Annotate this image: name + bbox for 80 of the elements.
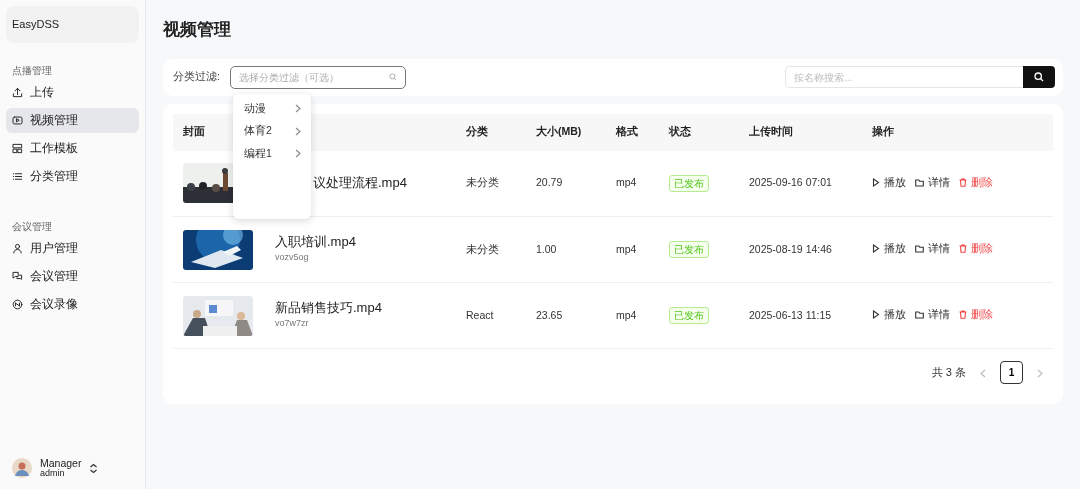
page-button[interactable]: 1: [1000, 361, 1023, 384]
details-button[interactable]: 详情: [915, 307, 950, 324]
page-title: 视频管理: [163, 19, 232, 41]
list-icon: [12, 171, 23, 183]
menu-item[interactable]: 编程1: [244, 146, 272, 162]
column-header: 大小(MB): [536, 125, 582, 138]
total-count: 共 3 条: [931, 365, 966, 381]
play-button[interactable]: 播放: [872, 306, 906, 323]
table-cell: 未分类: [466, 242, 499, 255]
chevron-right-icon: [295, 103, 301, 113]
play-icon: [872, 310, 880, 320]
table-cell: 1.00: [536, 242, 557, 255]
upload-icon: [12, 86, 23, 98]
table-cell: 2025-09-16 07:01: [749, 176, 832, 189]
user-role: admin: [40, 469, 65, 479]
chevron-updown-icon[interactable]: [89, 462, 99, 474]
search-icon: [388, 73, 397, 81]
search-field[interactable]: 按名称搜索...: [785, 66, 1023, 88]
delete-button[interactable]: 删除: [959, 306, 993, 323]
video-title[interactable]: 新品销售技巧.mp4: [275, 300, 382, 316]
table-cell: React: [466, 308, 494, 321]
menu-item[interactable]: 动漫: [244, 100, 266, 117]
video-icon: [12, 114, 23, 126]
table-cell: mp4: [616, 176, 637, 189]
table-cell: 2025-08-19 14:46: [749, 242, 832, 255]
delete-button[interactable]: 删除: [959, 174, 993, 191]
chevron-right-icon: [295, 149, 301, 159]
menu-item[interactable]: 体育2: [244, 123, 272, 139]
user-icon: [12, 242, 23, 254]
details-button[interactable]: 详情: [915, 241, 950, 258]
video-id: vo7w7zr: [275, 317, 310, 331]
status-tag: 已发布: [669, 241, 709, 258]
play-icon: [872, 178, 880, 188]
column-header: 操作: [872, 125, 894, 138]
user-name: Manager: [40, 457, 82, 470]
video-title[interactable]: 议处理流程.mp4: [313, 174, 407, 191]
sidebar-item[interactable]: 分类管理: [6, 164, 139, 190]
folder-icon: [915, 245, 924, 254]
column-header: 分类: [466, 125, 488, 138]
column-header: 状态: [669, 125, 691, 138]
avatar[interactable]: [12, 458, 32, 479]
trash-icon: [959, 310, 967, 320]
table-cell: 2025-06-13 11:15: [749, 308, 832, 321]
table-cell: 未分类: [466, 176, 499, 189]
play-button[interactable]: 播放: [872, 174, 906, 191]
chat-icon: [12, 270, 23, 282]
details-button[interactable]: 详情: [915, 175, 950, 191]
sidebar-item[interactable]: 视频管理: [6, 107, 139, 133]
trash-icon: [959, 244, 967, 254]
column-header: 格式: [616, 125, 638, 138]
record-icon: [12, 299, 23, 311]
table-cell: 23.65: [536, 308, 563, 321]
sidebar-item[interactable]: 上传: [6, 79, 139, 105]
table-cell: 20.79: [536, 176, 563, 189]
chevron-right-icon: [295, 126, 301, 136]
brand-name: EasyDSS: [6, 6, 139, 43]
column-header: 封面: [183, 125, 205, 138]
delete-button[interactable]: 删除: [959, 240, 993, 257]
status-tag: 已发布: [669, 307, 709, 324]
sidebar-item[interactable]: 用户管理: [6, 235, 139, 261]
section-label: 会议管理: [11, 219, 53, 234]
sidebar-item[interactable]: 会议录像: [6, 292, 139, 318]
video-title[interactable]: 入职培训.mp4: [275, 234, 356, 250]
trash-icon: [959, 178, 967, 188]
folder-icon: [915, 179, 924, 188]
play-icon: [872, 244, 880, 254]
section-label: 点播管理: [11, 63, 53, 78]
filter-label: 分类过滤:: [173, 69, 220, 85]
sidebar-item[interactable]: 会议管理: [6, 263, 139, 289]
table-cell: mp4: [616, 242, 637, 255]
template-icon: [12, 143, 23, 155]
video-id: vozv5og: [275, 251, 310, 265]
play-button[interactable]: 播放: [872, 240, 906, 257]
search-icon: [1034, 72, 1044, 82]
table-cell: mp4: [616, 308, 637, 321]
column-header: 上传时间: [749, 125, 793, 138]
sidebar-item[interactable]: 工作模板: [6, 136, 139, 162]
folder-icon: [915, 311, 924, 320]
status-tag: 已发布: [669, 174, 709, 192]
search-button[interactable]: [1023, 66, 1055, 88]
